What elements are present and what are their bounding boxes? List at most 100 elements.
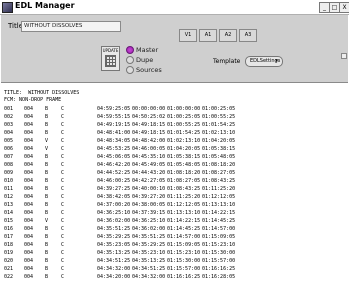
edl-event-row: 003 004 B C 04:49:19:15 04:49:18:15 01:00:55:2…: [1, 122, 346, 130]
edl-event-row: 004 004 B C 04:48:41:00 04:49:18:15 01:01:54:2…: [1, 130, 346, 138]
edl-track: B: [45, 266, 49, 272]
close-button[interactable]: X: [339, 2, 349, 13]
title-input[interactable]: WITHOUT DISSOLVES: [21, 21, 121, 32]
edl-source-out: 04:45:35:10: [132, 154, 166, 160]
edl-source-out: 04:44:43:20: [132, 170, 166, 176]
edl-track: B: [45, 106, 49, 112]
edl-record-in: 01:15:09:05: [167, 242, 201, 248]
edl-event-row: 011 004 B C 04:39:27:25 04:40:00:10 01:08:43:2…: [1, 186, 346, 194]
edl-reel: 004: [24, 122, 34, 128]
scroll-up-button[interactable]: [341, 53, 347, 59]
edl-record-out: 01:16:16:25: [202, 266, 236, 272]
edl-reel: 004: [24, 242, 34, 248]
edl-record-in: 01:11:25:20: [167, 194, 201, 200]
edl-source-in: 04:48:34:05: [97, 138, 131, 144]
edl-source-in: 04:48:41:00: [97, 130, 131, 136]
edl-record-out: 01:14:45:25: [202, 218, 236, 224]
edl-source-in: 04:49:19:15: [97, 122, 131, 128]
edl-fcm-line: FCM: NON-DROP FRAME: [4, 97, 62, 103]
edl-record-in: 01:15:30:00: [167, 258, 201, 264]
edl-record-out: 01:08:43:25: [202, 178, 236, 184]
edl-record-out: 01:13:13:10: [202, 202, 236, 208]
edl-track: V: [45, 138, 49, 144]
track-button-v1[interactable]: V1: [179, 29, 197, 42]
edl-source-out: 04:49:18:15: [132, 130, 166, 136]
radio-dupe[interactable]: [126, 56, 134, 64]
edl-transition: C: [61, 162, 65, 168]
edl-track: B: [45, 170, 49, 176]
edl-track: B: [45, 122, 49, 128]
edl-record-out: 01:15:09:05: [202, 234, 236, 240]
edl-event-number: 015: [4, 218, 14, 224]
edl-track: B: [45, 178, 49, 184]
edl-event-row: 005 004 V C 04:48:34:05 04:48:42:00 01:02:13:1…: [1, 138, 346, 146]
template-label: Template: [213, 58, 241, 65]
edl-event-number: 009: [4, 170, 14, 176]
grid-icon: [105, 55, 116, 67]
edl-record-out: 01:08:18:20: [202, 162, 236, 168]
edl-record-out: 01:12:12:05: [202, 194, 236, 200]
edl-text-area[interactable]: TITLE: WITHOUT DISSOLVES FCM: NON-DROP F…: [1, 83, 348, 286]
edl-transition: C: [61, 194, 65, 200]
update-label: UPDATE: [102, 48, 119, 53]
edl-track: B: [45, 114, 49, 120]
edl-event-row: 013 004 B C 04:37:00:20 04:38:00:05 01:12:12:0…: [1, 202, 346, 210]
edl-record-out: 01:15:57:00: [202, 258, 236, 264]
edl-reel: 004: [24, 210, 34, 216]
edl-reel: 004: [24, 114, 34, 120]
edl-track: B: [45, 162, 49, 168]
edl-record-in: 01:13:13:10: [167, 210, 201, 216]
edl-transition: C: [61, 146, 65, 152]
edl-transition: C: [61, 130, 65, 136]
edl-source-out: 04:35:13:25: [132, 258, 166, 264]
edl-event-row: 022 004 B C 04:34:20:00 04:34:32:00 01:16:16:2…: [1, 274, 346, 282]
update-button[interactable]: UPDATE: [101, 46, 120, 71]
edl-transition: C: [61, 266, 65, 272]
edl-reel: 004: [24, 130, 34, 136]
edl-source-out: 04:36:02:00: [132, 226, 166, 232]
edl-record-in: 01:16:16:25: [167, 274, 201, 280]
edl-event-number: 006: [4, 146, 14, 152]
edl-transition: C: [61, 170, 65, 176]
edl-transition: C: [61, 186, 65, 192]
edl-event-number: 021: [4, 266, 14, 272]
edl-source-out: 04:34:51:25: [132, 266, 166, 272]
edl-transition: C: [61, 258, 65, 264]
edl-reel: 004: [24, 170, 34, 176]
edl-source-in: 04:46:42:20: [97, 162, 131, 168]
edl-event-row: 010 004 B C 04:46:00:25 04:42:27:05 01:08:27:0…: [1, 178, 346, 186]
edl-event-number: 008: [4, 162, 14, 168]
track-button-a1[interactable]: A1: [199, 29, 217, 42]
edl-reel: 004: [24, 250, 34, 256]
edl-transition: C: [61, 218, 65, 224]
template-select[interactable]: EDLSettings ▾: [245, 56, 283, 67]
edl-record-out: 01:00:25:05: [202, 106, 236, 112]
edl-event-row: 017 004 B C 04:35:29:25 04:35:51:25 01:14:57:0…: [1, 234, 346, 242]
edl-track: B: [45, 210, 49, 216]
edl-transition: C: [61, 274, 65, 280]
edl-event-number: 016: [4, 226, 14, 232]
edl-reel: 004: [24, 162, 34, 168]
edl-record-in: 01:04:20:05: [167, 146, 201, 152]
edl-record-in: 01:02:13:10: [167, 138, 201, 144]
edl-transition: C: [61, 138, 65, 144]
edl-source-out: 04:35:51:25: [132, 234, 166, 240]
edl-reel: 004: [24, 202, 34, 208]
track-button-a2[interactable]: A2: [219, 29, 237, 42]
edl-reel: 004: [24, 106, 34, 112]
edl-source-in: 04:34:32:00: [97, 266, 131, 272]
radio-sources[interactable]: [126, 66, 134, 74]
edl-source-in: 04:38:42:05: [97, 194, 131, 200]
radio-master[interactable]: [126, 46, 134, 54]
edl-event-number: 014: [4, 210, 14, 216]
edl-event-row: 019 004 B C 04:35:13:25 04:35:23:10 01:15:23:1…: [1, 250, 346, 258]
radio-sources-label: Sources: [136, 66, 162, 74]
edl-event-number: 007: [4, 154, 14, 160]
edl-event-row: 020 004 B C 04:34:51:25 04:35:13:25 01:15:30:0…: [1, 258, 346, 266]
edl-event-row: 015 004 V C 04:36:02:00 04:36:25:10 01:14:22:1…: [1, 218, 346, 226]
title-bar[interactable]: EDL Manager _ □ X: [0, 0, 349, 15]
edl-source-in: 04:36:02:00: [97, 218, 131, 224]
track-button-a3[interactable]: A3: [239, 29, 257, 42]
edl-record-in: 01:08:18:20: [167, 170, 201, 176]
edl-track: V: [45, 146, 49, 152]
